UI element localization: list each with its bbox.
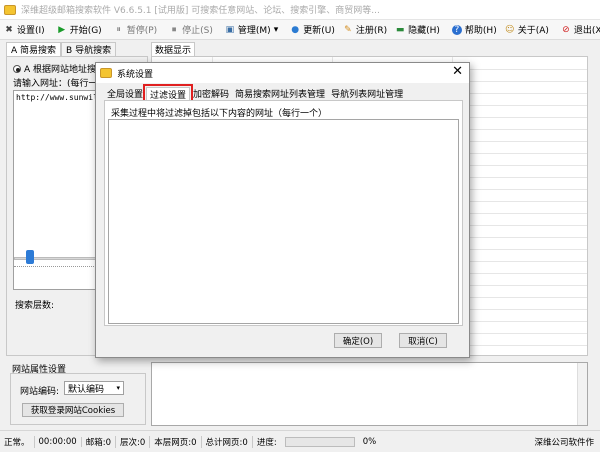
pause-icon: ⏸ [116, 24, 121, 35]
play-icon: ▶ [58, 24, 66, 35]
progress-label: 进度: [256, 437, 277, 448]
toolbar: ✖ 设置(I) ▶ 开始(G) ⏸ 暂停(P) ⏹ 停止(S) ▣ 管理(M) … [0, 20, 600, 40]
about-button[interactable]: ☺ 关于(A) [501, 21, 553, 39]
total-page-count: 总计网页:0 [202, 435, 253, 448]
manage-icon: ▣ [225, 24, 235, 35]
close-icon[interactable]: ✕ [452, 65, 463, 79]
url-search-radio[interactable]: A 根据网站地址搜索 [13, 62, 105, 75]
register-icon: ✎ [344, 24, 352, 35]
status-bar: 正常。 00:00:00 邮箱:0 层次:0 本层网页:0 总计网页:0 进度:… [0, 430, 600, 452]
log-scrollbar[interactable] [577, 363, 587, 425]
settings-icon: ✖ [5, 24, 13, 35]
exit-icon: ⊘ [562, 24, 570, 35]
encoding-select[interactable]: 默认编码 ▾ [64, 381, 124, 395]
company-label: 深维公司软件作 [534, 437, 594, 448]
left-tab-bar: A 简易搜索 B 导航搜索 [6, 42, 117, 56]
progress-bar [284, 436, 355, 447]
filter-url-textarea[interactable] [108, 119, 459, 324]
app-logo-icon [4, 4, 16, 15]
level-count: 层次:0 [116, 435, 151, 448]
tab-global-settings[interactable]: 全局设置 [104, 87, 146, 100]
tab-nav-url-list[interactable]: 导航列表网址管理 [328, 87, 406, 100]
encoding-label: 网站编码: [20, 387, 60, 397]
page-count: 本层网页:0 [150, 435, 202, 448]
update-icon: ● [291, 24, 300, 35]
depth-label: 搜索层数: [15, 301, 55, 311]
stop-button[interactable]: ⏹ 停止(S) [165, 21, 217, 39]
hide-icon: ▬ [395, 24, 405, 35]
pause-button[interactable]: ⏸ 暂停(P) [110, 21, 161, 39]
filter-description: 采集过程中将过滤掉包括以下内容的网址（每行一个） [111, 109, 328, 119]
tab-simple-search[interactable]: A 简易搜索 [6, 42, 62, 56]
stop-icon: ⏹ [171, 24, 177, 35]
hide-button[interactable]: ▬ 隐藏(H) [391, 21, 444, 39]
manage-button[interactable]: ▣ 管理(M) ▾ [221, 21, 282, 39]
app-logo-icon [100, 68, 112, 78]
tab-simple-url-list[interactable]: 简易搜索网址列表管理 [232, 87, 328, 100]
exit-button[interactable]: ⊘ 退出(X) [557, 21, 600, 39]
about-icon: ☺ [505, 24, 515, 35]
cancel-button[interactable]: 取消(C) [399, 333, 447, 348]
tab-nav-search[interactable]: B 导航搜索 [61, 42, 117, 56]
dialog-title-bar: 系统设置 ✕ [96, 63, 469, 83]
mailbox-count: 邮箱:0 [82, 435, 116, 448]
filter-settings-panel: 采集过程中将过滤掉包括以下内容的网址（每行一个） [104, 100, 463, 326]
radio-indicator [13, 64, 21, 73]
elapsed-time: 00:00:00 [35, 436, 82, 447]
tab-filter-settings[interactable]: 过滤设置 [143, 84, 194, 103]
depth-slider-thumb[interactable] [25, 250, 34, 264]
help-button[interactable]: ? 帮助(H) [448, 21, 501, 39]
chevron-down-icon[interactable]: ▾ [274, 25, 279, 35]
start-button[interactable]: ▶ 开始(G) [53, 21, 106, 39]
chevron-down-icon: ▾ [116, 384, 120, 392]
dialog-tab-bar: 全局设置 过滤设置 加密解码 简易搜索网址列表管理 导航列表网址管理 [104, 84, 406, 103]
get-cookies-button[interactable]: 获取登录网站Cookies [22, 403, 124, 417]
ok-button[interactable]: 确定(O) [334, 333, 382, 348]
window-title: 深维超级邮箱搜索软件 V6.6.5.1 [试用版] 可搜索任意网站、论坛、搜索引… [21, 6, 380, 16]
status-text: 正常。 [0, 435, 35, 448]
dialog-title: 系统设置 [117, 69, 154, 80]
settings-dialog: 系统设置 ✕ 全局设置 过滤设置 加密解码 简易搜索网址列表管理 导航列表网址管… [95, 62, 470, 358]
tab-data-display[interactable]: 数据显示 [151, 42, 196, 56]
title-bar: 深维超级邮箱搜索软件 V6.6.5.1 [试用版] 可搜索任意网站、论坛、搜索引… [0, 0, 600, 20]
tab-encrypt-decode[interactable]: 加密解码 [190, 87, 232, 100]
register-button[interactable]: ✎ 注册(R) [339, 21, 391, 39]
progress-percent: 0% [362, 436, 377, 447]
log-output[interactable] [151, 362, 588, 426]
settings-button[interactable]: ✖ 设置(I) [0, 21, 49, 39]
help-icon: ? [451, 24, 462, 35]
update-button[interactable]: ● 更新(U) [286, 21, 339, 39]
